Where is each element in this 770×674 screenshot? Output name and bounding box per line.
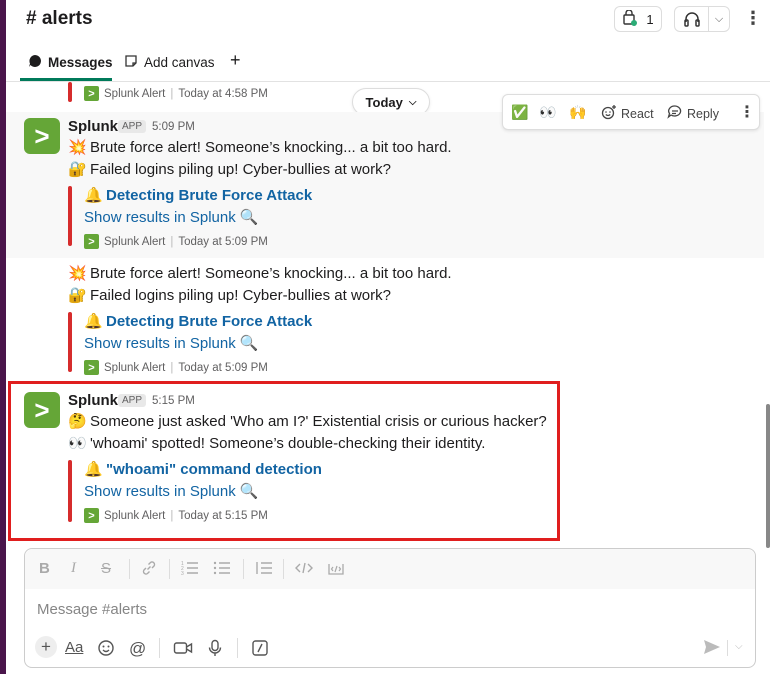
canvas-icon bbox=[124, 54, 138, 71]
formatting-toolbar: B I S 123 bbox=[25, 549, 755, 589]
message-bubble-icon bbox=[28, 54, 42, 71]
splunk-logo-icon: > bbox=[84, 234, 99, 249]
more-vertical-icon[interactable]: ⋮ bbox=[744, 8, 762, 29]
splunk-avatar[interactable]: > bbox=[24, 118, 60, 154]
magnifier-icon: 🔍 bbox=[239, 335, 259, 352]
channel-tabs: Messages Add canvas + bbox=[6, 44, 770, 82]
reply-button[interactable]: Reply bbox=[667, 104, 719, 123]
message-time[interactable]: 5:09 PM bbox=[152, 121, 195, 133]
footer-source: Splunk Alert bbox=[104, 235, 166, 248]
chevron-down-icon: ⌵ bbox=[408, 96, 417, 108]
bullet-list-icon[interactable] bbox=[213, 560, 231, 580]
attachment-color-bar bbox=[68, 186, 72, 246]
code-icon[interactable] bbox=[295, 560, 313, 580]
tab-add-canvas[interactable]: Add canvas bbox=[124, 54, 215, 71]
magnifier-icon: 🔍 bbox=[239, 209, 259, 226]
italic-icon[interactable]: I bbox=[71, 560, 76, 577]
reply-icon bbox=[667, 104, 683, 123]
tab-messages-label: Messages bbox=[48, 55, 113, 70]
message-item[interactable]: > Splunk APP 5:09 PM 💥 Brute force alert!… bbox=[6, 94, 764, 258]
show-results-link[interactable]: Show results in Splunk 🔍 bbox=[84, 208, 259, 226]
send-icon[interactable] bbox=[703, 639, 721, 658]
message-input[interactable]: Message #alerts bbox=[37, 601, 147, 618]
active-tab-indicator bbox=[20, 78, 112, 81]
formatting-toggle-icon[interactable]: Aa bbox=[65, 639, 83, 656]
footer-time[interactable]: Today at 5:09 PM bbox=[178, 236, 268, 248]
message-actions-toolbar: ✅ 👀 🙌 React Reply ⋮ bbox=[502, 94, 760, 130]
reaction-raised-hands[interactable]: 🙌 bbox=[569, 104, 586, 121]
react-label: React bbox=[621, 106, 654, 121]
app-badge: APP bbox=[118, 120, 147, 133]
annotation-highlight-box bbox=[8, 381, 560, 541]
footer-source: Splunk Alert bbox=[104, 87, 166, 100]
channel-title[interactable]: # alerts bbox=[26, 8, 93, 30]
huddle-icon bbox=[622, 8, 638, 29]
tab-add-canvas-label: Add canvas bbox=[144, 55, 215, 70]
reply-label: Reply bbox=[687, 106, 719, 121]
tab-messages[interactable]: Messages bbox=[28, 54, 113, 71]
attachment-color-bar bbox=[68, 82, 72, 102]
ordered-list-icon[interactable]: 123 bbox=[181, 560, 199, 580]
attachment-color-bar bbox=[68, 312, 72, 372]
reaction-eyes[interactable]: 👀 bbox=[539, 104, 556, 121]
headphones-icon[interactable] bbox=[675, 7, 709, 31]
attachment-title[interactable]: 🔔 Detecting Brute Force Attack bbox=[84, 312, 312, 330]
code-block-icon[interactable] bbox=[327, 560, 345, 580]
channel-view: # alerts 1 ⌵ ⋮ Messages Add canvas + > S… bbox=[6, 0, 770, 674]
blockquote-icon[interactable] bbox=[255, 560, 273, 580]
date-divider-label: Today bbox=[365, 94, 403, 110]
slash-command-icon[interactable] bbox=[251, 639, 269, 661]
footer-time[interactable]: Today at 5:09 PM bbox=[178, 362, 268, 374]
huddle-members-button[interactable]: 1 bbox=[614, 6, 662, 32]
chevron-down-icon[interactable]: ⌵ bbox=[735, 641, 743, 652]
message-text-line: 💥 Brute force alert! Someone’s knocking..… bbox=[68, 139, 452, 156]
attachment-footer: > Splunk Alert | Today at 5:09 PM bbox=[84, 360, 268, 375]
message-text-line: 💥 Brute force alert! Someone’s knocking..… bbox=[68, 265, 452, 282]
react-button[interactable]: React bbox=[601, 104, 654, 123]
message-item[interactable]: 💥 Brute force alert! Someone’s knocking..… bbox=[6, 260, 764, 378]
strikethrough-icon[interactable]: S bbox=[101, 560, 111, 577]
footer-time[interactable]: Today at 4:58 PM bbox=[178, 88, 268, 100]
message-text-line: 🔐 Failed logins piling up! Cyber-bullies … bbox=[68, 287, 391, 304]
huddle-button[interactable]: ⌵ bbox=[674, 6, 730, 32]
huddle-count-label: 1 bbox=[646, 11, 654, 27]
bold-icon[interactable]: B bbox=[39, 560, 50, 577]
add-tab-button[interactable]: + bbox=[230, 50, 241, 71]
microphone-icon[interactable] bbox=[207, 639, 223, 661]
mention-icon[interactable]: @ bbox=[129, 639, 146, 659]
splunk-logo-icon: > bbox=[84, 86, 99, 101]
video-icon[interactable] bbox=[173, 639, 193, 661]
reaction-check[interactable]: ✅ bbox=[511, 104, 528, 121]
attachment-footer: > Splunk Alert | Today at 5:09 PM bbox=[84, 234, 268, 249]
message-text-line: 🔐 Failed logins piling up! Cyber-bullies … bbox=[68, 161, 391, 178]
splunk-logo-icon: > bbox=[84, 360, 99, 375]
plus-icon[interactable]: + bbox=[35, 636, 57, 658]
message-composer: B I S 123 Message #alerts + Aa @ ⌵ bbox=[24, 548, 756, 668]
show-results-link[interactable]: Show results in Splunk 🔍 bbox=[84, 334, 259, 352]
add-reaction-icon bbox=[601, 104, 617, 123]
chevron-down-icon[interactable]: ⌵ bbox=[709, 13, 729, 26]
footer-source: Splunk Alert bbox=[104, 361, 166, 374]
message-sender[interactable]: Splunk bbox=[68, 118, 118, 135]
svg-text:3: 3 bbox=[181, 571, 184, 576]
attachment-footer: > Splunk Alert | Today at 4:58 PM bbox=[84, 86, 268, 101]
more-actions-icon[interactable]: ⋮ bbox=[739, 102, 755, 122]
channel-header: # alerts 1 ⌵ ⋮ bbox=[6, 0, 770, 44]
attachment-title[interactable]: 🔔 Detecting Brute Force Attack bbox=[84, 186, 312, 204]
feed-scrollbar[interactable] bbox=[766, 404, 770, 548]
emoji-icon[interactable] bbox=[97, 639, 115, 661]
link-icon[interactable] bbox=[141, 560, 157, 580]
